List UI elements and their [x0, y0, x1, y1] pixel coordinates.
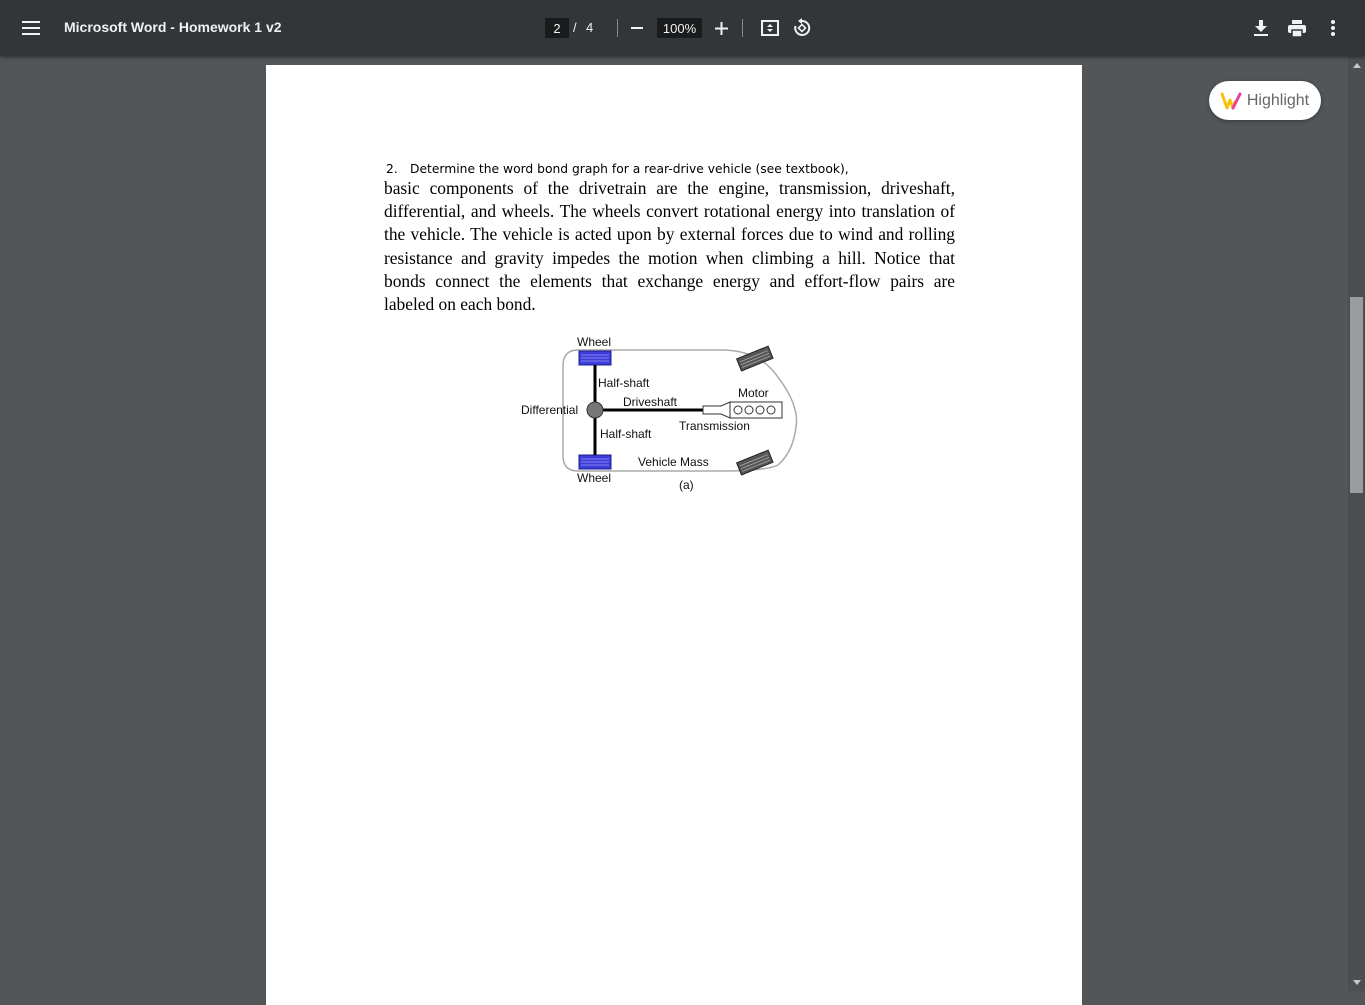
figure-caption: (a) [679, 478, 694, 492]
scroll-up-icon[interactable] [1348, 58, 1365, 72]
total-pages: 4 [586, 20, 594, 35]
front-wheel-top [735, 345, 774, 372]
highlight-button[interactable]: Highlight [1209, 81, 1321, 120]
motor-cylinder [733, 405, 743, 415]
print-icon[interactable] [1286, 17, 1308, 39]
page-separator: / [573, 20, 577, 35]
motor-cylinder [755, 405, 765, 415]
more-vert-icon[interactable] [1322, 17, 1344, 39]
question-line: 2. Determine the word bond graph for a re… [386, 162, 849, 176]
label-wheel-bottom: Wheel [577, 471, 611, 485]
document-title: Microsoft Word - Homework 1 v2 [64, 19, 282, 35]
fit-page-icon[interactable] [759, 17, 781, 39]
rear-wheel-bottom [578, 454, 612, 470]
page-number-input[interactable] [545, 18, 569, 38]
download-icon[interactable] [1250, 17, 1272, 39]
label-half-shaft-bottom: Half-shaft [600, 427, 652, 441]
plus-icon[interactable] [711, 18, 731, 38]
pdf-page: 2. Determine the word bond graph for a re… [266, 65, 1082, 1005]
highlight-label: Highlight [1246, 91, 1310, 109]
rotate-icon[interactable] [791, 17, 813, 39]
scroll-down-icon[interactable] [1348, 975, 1365, 989]
highlight-logo-icon [1220, 92, 1242, 109]
differential-node [586, 401, 604, 419]
front-wheel-bottom [735, 449, 774, 476]
scrollbar-thumb[interactable] [1350, 297, 1363, 493]
transmission-shape [702, 401, 731, 419]
question-text: Determine the word bond graph for a rear… [410, 162, 849, 176]
motor-cylinder [744, 405, 754, 415]
body-paragraph: basic components of the drivetrain are t… [384, 177, 955, 316]
question-number: 2. [386, 162, 398, 176]
rear-wheel-top [578, 350, 612, 366]
minus-icon[interactable] [627, 18, 647, 38]
zoom-input[interactable] [657, 18, 702, 38]
label-wheel-top: Wheel [577, 335, 611, 349]
vertical-scrollbar[interactable] [1348, 56, 1365, 991]
menu-icon[interactable] [14, 12, 48, 44]
label-motor: Motor [738, 386, 769, 400]
drivetrain-figure: Wheel Half-shaft Driveshaft Motor Differ… [521, 335, 798, 492]
paragraph-text: basic components of the drivetrain are t… [384, 178, 955, 315]
label-vehicle-mass: Vehicle Mass [638, 455, 709, 469]
label-driveshaft: Driveshaft [623, 395, 678, 409]
label-half-shaft-top: Half-shaft [598, 376, 650, 390]
label-transmission: Transmission [679, 419, 750, 433]
pdf-toolbar: Microsoft Word - Homework 1 v2 / 4 [0, 0, 1365, 56]
label-differential: Differential [521, 403, 578, 417]
motor-cylinder [766, 405, 776, 415]
toolbar-divider [742, 19, 743, 37]
toolbar-divider [617, 19, 618, 37]
